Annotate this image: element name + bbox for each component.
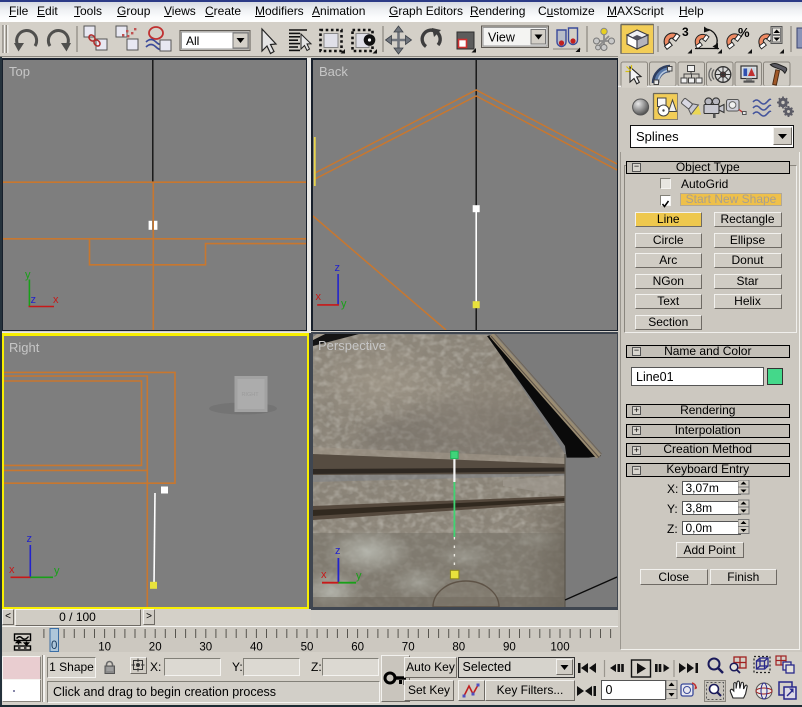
svg-text:Top: Top — [9, 64, 30, 79]
svg-text:z: z — [30, 294, 36, 306]
svg-text:x: x — [9, 564, 15, 576]
svg-text:x: x — [315, 291, 321, 303]
svg-text:y: y — [54, 565, 60, 577]
svg-text:3: 3 — [682, 25, 689, 39]
svg-text:Perspective: Perspective — [318, 338, 386, 353]
svg-text:z: z — [335, 545, 341, 557]
svg-text:z: z — [334, 262, 340, 274]
svg-text:y: y — [356, 570, 362, 582]
svg-text:RIGHT: RIGHT — [241, 392, 259, 398]
svg-text:x: x — [321, 569, 327, 581]
svg-text:z: z — [26, 533, 32, 545]
svg-text:Right: Right — [9, 340, 40, 355]
svg-text:All: All — [186, 34, 199, 48]
svg-text:x: x — [53, 294, 59, 306]
svg-text:%: % — [738, 25, 750, 40]
svg-text:y: y — [25, 269, 31, 281]
svg-text:View: View — [488, 31, 516, 45]
svg-text:Back: Back — [319, 64, 348, 79]
svg-text:y: y — [341, 298, 347, 310]
